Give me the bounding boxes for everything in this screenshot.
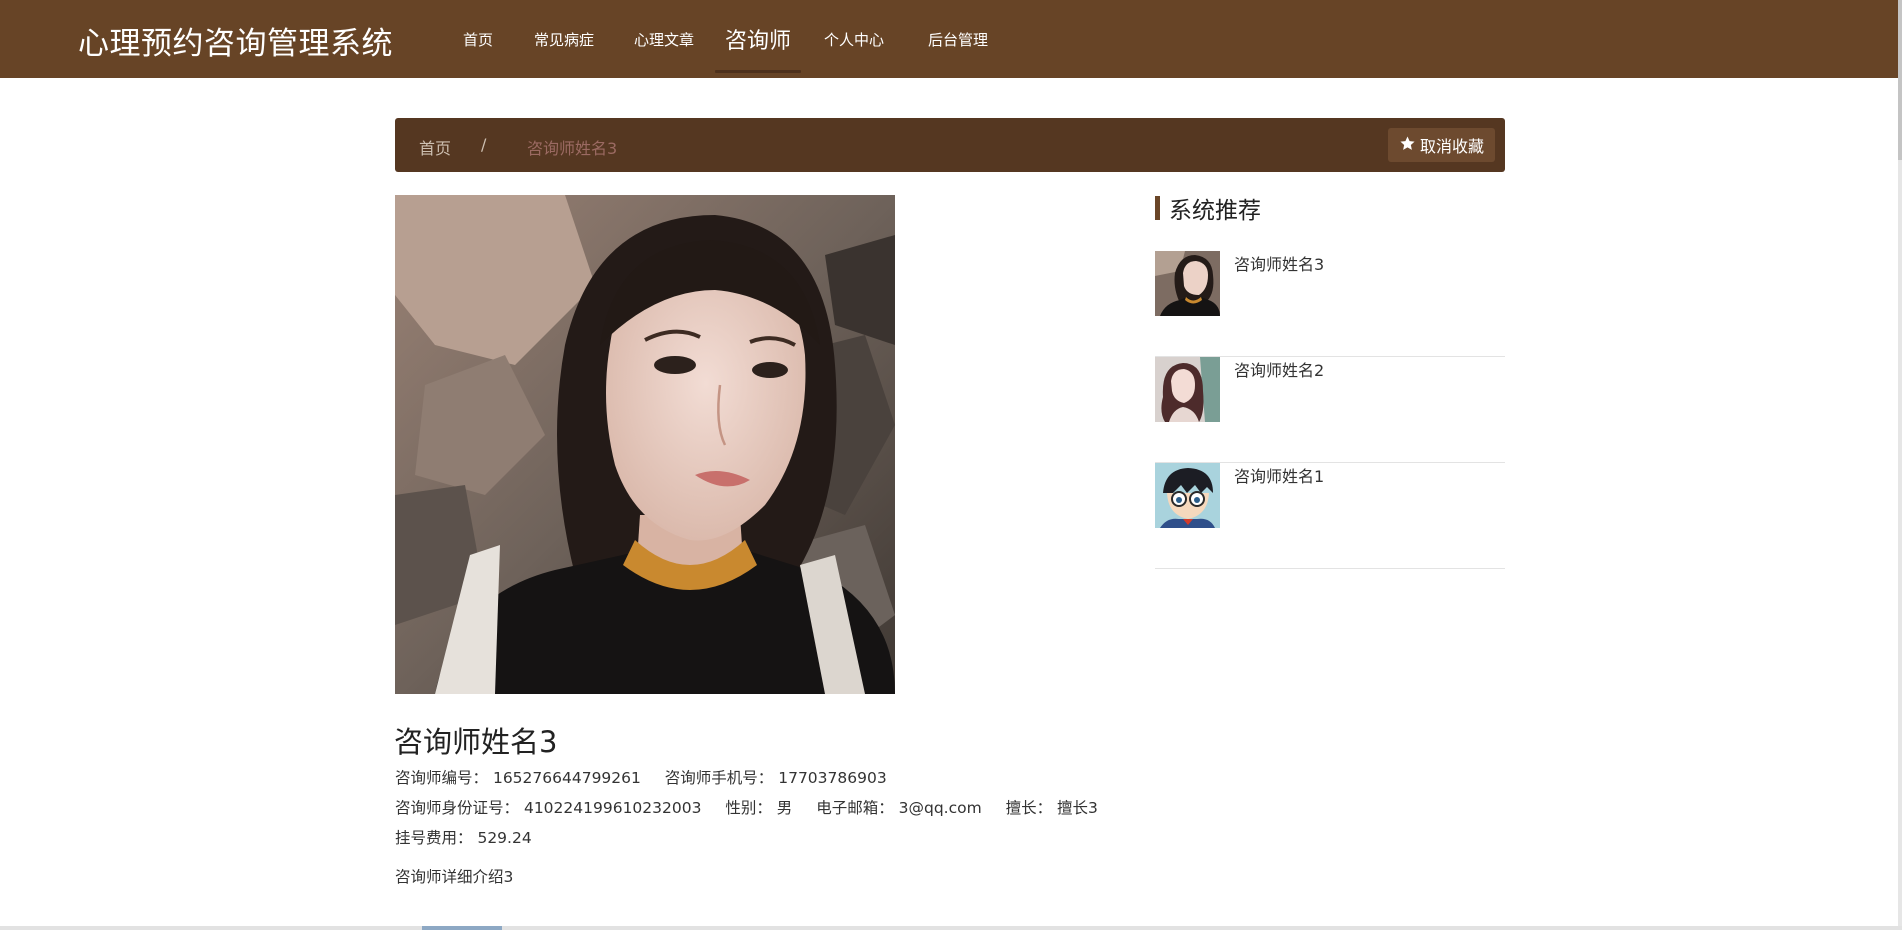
counselor-photo-image (395, 195, 895, 694)
recommend-thumb[interactable] (1155, 251, 1220, 316)
recommend-thumb[interactable] (1155, 463, 1220, 528)
gender-value: 男 (776, 799, 793, 817)
counselor-name: 咨询师姓名3 (394, 725, 558, 759)
recommend-thumb[interactable] (1155, 357, 1220, 422)
recommend-title: 系统推荐 (1169, 198, 1261, 224)
star-icon (1399, 135, 1416, 156)
detail-line-fee: 挂号费用： 529.24 (395, 826, 532, 848)
nav-admin[interactable]: 后台管理 (907, 0, 1009, 78)
idcard-value: 410224199610232003 (523, 799, 702, 817)
fee-label: 挂号费用： (395, 829, 473, 847)
nav-counselors[interactable]: 咨询师 (715, 0, 801, 78)
counselor-intro: 咨询师详细介绍3 (395, 868, 514, 886)
unfavorite-label: 取消收藏 (1419, 137, 1484, 156)
nav-articles[interactable]: 心理文章 (613, 0, 715, 78)
gender-label: 性别： (725, 799, 772, 817)
phone-value: 17703786903 (778, 769, 887, 787)
nav-common-symptoms[interactable]: 常见病症 (515, 0, 613, 78)
detail-line-id-phone: 咨询师编号： 165276644799261 咨询师手机号： 177037869… (395, 766, 887, 788)
breadcrumb-current: 咨询师姓名3 (527, 139, 618, 158)
section-title-accent (1155, 196, 1160, 220)
recommend-name[interactable]: 咨询师姓名3 (1234, 251, 1324, 275)
specialty-value: 擅长3 (1057, 799, 1098, 817)
recommend-item[interactable]: 咨询师姓名2 (1155, 357, 1505, 463)
idcard-label: 咨询师身份证号： (395, 799, 520, 817)
breadcrumb-home-link[interactable]: 首页 (419, 135, 451, 159)
email-label: 电子邮箱： (816, 799, 894, 817)
recommend-item[interactable]: 咨询师姓名1 (1155, 463, 1505, 569)
horizontal-scrollbar-thumb[interactable] (422, 926, 502, 930)
nav-personal-center[interactable]: 个人中心 (801, 0, 907, 78)
recommend-name[interactable]: 咨询师姓名1 (1234, 463, 1324, 487)
fee-value: 529.24 (477, 829, 532, 847)
phone-label: 咨询师手机号： (664, 769, 774, 787)
vertical-scrollbar-thumb[interactable] (1898, 0, 1902, 160)
vertical-scrollbar[interactable] (1898, 0, 1902, 930)
recommend-item[interactable]: 咨询师姓名3 (1155, 251, 1505, 357)
id-label: 咨询师编号： (395, 769, 489, 787)
email-value: 3@qq.com (898, 799, 982, 817)
unfavorite-button[interactable]: 取消收藏 (1387, 128, 1495, 162)
horizontal-scrollbar[interactable] (0, 926, 1902, 930)
top-navbar: 心理预约咨询管理系统 首页 常见病症 心理文章 咨询师 个人中心 后台管理 (0, 0, 1902, 78)
breadcrumb-separator: / (481, 135, 487, 154)
recommend-name[interactable]: 咨询师姓名2 (1234, 357, 1324, 381)
counselor-photo (395, 195, 895, 694)
detail-line-idcard: 咨询师身份证号： 410224199610232003 性别： 男 电子邮箱： … (395, 796, 1098, 818)
id-value: 165276644799261 (492, 769, 641, 787)
breadcrumb: 首页 / 咨询师姓名3 取消收藏 (395, 118, 1505, 172)
specialty-label: 擅长： (1005, 799, 1053, 817)
nav-home[interactable]: 首页 (441, 0, 515, 78)
main-nav: 首页 常见病症 心理文章 咨询师 个人中心 后台管理 (441, 0, 1009, 78)
site-brand[interactable]: 心理预约咨询管理系统 (78, 18, 393, 63)
